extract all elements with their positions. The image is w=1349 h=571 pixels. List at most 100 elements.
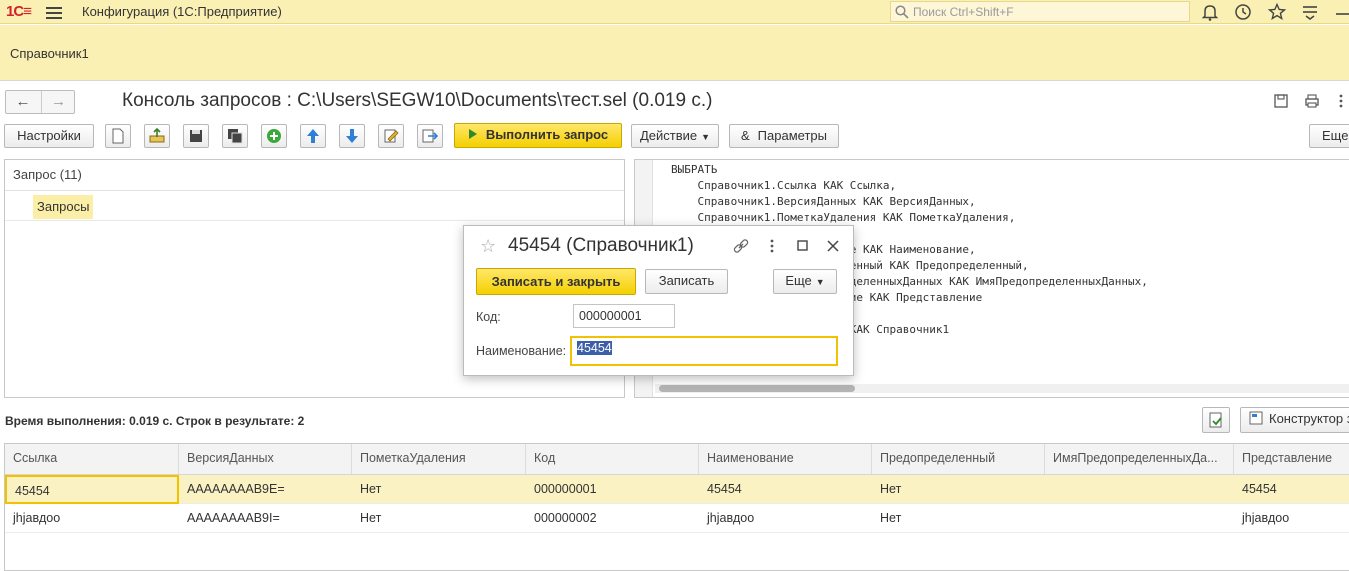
name-field-value: 45454 [577,341,612,355]
column-header[interactable]: Предопределенный [872,444,1045,474]
search-placeholder: Поиск Ctrl+Shift+F [913,5,1014,19]
column-header[interactable]: ИмяПредопределенныхДа... [1045,444,1234,474]
parameters-label: Параметры [757,128,827,143]
query-tree-header[interactable]: Запрос (11) [5,160,624,191]
table-cell[interactable]: jhjавдоо [5,504,179,533]
more-vertical-icon[interactable] [1333,93,1349,109]
save-as-button[interactable] [222,124,248,148]
table-cell[interactable]: 000000001 [526,475,699,504]
star-icon[interactable] [1267,2,1287,22]
parameters-button[interactable]: & Параметры [729,124,839,148]
forward-button[interactable]: → [41,91,75,113]
execution-status: Время выполнения: 0.019 с. Строк в резул… [5,414,305,428]
column-header[interactable]: ВерсияДанных [179,444,352,474]
open-file-button[interactable] [144,124,170,148]
more-vertical-icon[interactable] [763,237,781,255]
table-cell[interactable]: 000000002 [526,504,699,533]
section-panel: Справочник1 [0,25,1349,81]
table-cell[interactable] [1045,504,1234,533]
tree-divider [5,220,624,221]
table-cell[interactable]: Нет [872,475,1045,504]
table-cell[interactable]: AAAAAAAAB9I= [179,504,352,533]
maximize-icon[interactable] [794,237,812,255]
code-line[interactable]: Справочник1.ПометкаУдаления КАК ПометкаУ… [671,210,1148,226]
section-tab-spravochnik1[interactable]: Справочник1 [10,46,89,61]
top-bar: 1С≡ Конфигурация (1С:Предприятие) Поиск … [0,0,1349,24]
horizontal-scrollbar[interactable] [655,384,1349,393]
table-cell[interactable]: Нет [352,504,526,533]
panels-menu-icon[interactable] [1300,2,1320,22]
back-button[interactable]: ← [6,91,40,113]
code-line[interactable]: Справочник1.ВерсияДанных КАК ВерсияДанны… [671,194,1148,210]
action-dropdown[interactable]: Действие ▼ [631,124,719,148]
search-icon [895,5,909,19]
code-label: Код: [476,310,501,324]
results-table: Ссылка ВерсияДанных ПометкаУдаления Код Наим… [4,443,1349,571]
save-and-close-button[interactable]: Записать и закрыть [476,268,636,295]
edit-query-button[interactable] [378,124,404,148]
table-cell[interactable]: 45454 [1234,475,1349,504]
form-title: Консоль запросов : C:\Users\SEGW10\Docum… [122,90,713,111]
logo: 1С≡ [6,3,32,20]
table-row[interactable]: jhjавдоо AAAAAAAAB9I= Нет 000000002 jhjавдоо… [5,504,1349,533]
app-title: Конфигурация (1С:Предприятие) [82,4,282,19]
table-cell[interactable]: Нет [872,504,1045,533]
action-label: Действие [639,128,698,143]
dialog-more-button[interactable]: Еще ▼ [773,269,837,294]
table-row[interactable]: 45454 AAAAAAAAB9E= Нет 000000001 45454 Нет 454… [5,475,1349,504]
code-line[interactable]: ВЫБРАТЬ [671,162,1148,178]
constructor-icon [1249,411,1263,425]
minimize-icon[interactable] [1333,2,1349,22]
column-header[interactable]: Ссылка [5,444,179,474]
open-file-icon [149,127,165,143]
table-cell[interactable] [1045,475,1234,504]
move-up-button[interactable] [300,124,326,148]
print-icon[interactable] [1304,93,1320,109]
column-header[interactable]: Наименование [699,444,872,474]
link-icon[interactable] [732,237,750,255]
export-button[interactable] [417,124,443,148]
table-cell[interactable]: 45454 [5,475,179,504]
save-as-icon [228,129,243,144]
table-cell[interactable]: Нет [352,475,526,504]
bell-icon[interactable] [1200,2,1220,22]
save-button[interactable]: Записать [645,269,728,294]
close-icon[interactable] [824,237,842,255]
search-input[interactable]: Поиск Ctrl+Shift+F [890,1,1190,22]
execute-query-label: Выполнить запрос [485,127,609,142]
export-icon [422,129,439,143]
favorite-star-icon[interactable]: ☆ [480,236,496,257]
save-button[interactable] [183,124,209,148]
execute-query-button[interactable]: Выполнить запрос [454,123,622,148]
menu-icon[interactable] [46,4,62,19]
history-icon[interactable] [1233,2,1253,22]
add-button[interactable] [261,124,287,148]
table-cell[interactable]: 45454 [699,475,872,504]
settings-button[interactable]: Настройки [4,124,94,148]
edit-document-icon [384,129,399,143]
column-header[interactable]: ПометкаУдаления [352,444,526,474]
code-field[interactable]: 000000001 [573,304,675,328]
code-line[interactable]: Справочник1.Ссылка КАК Ссылка, [671,178,1148,194]
table-cell[interactable]: jhjавдоо [1234,504,1349,533]
tree-item-queries[interactable]: Запросы [33,195,94,219]
arrow-up-icon [307,129,319,143]
table-cell[interactable]: AAAAAAAAB9E= [179,475,352,504]
scrollbar-thumb[interactable] [659,385,855,392]
save-icon[interactable] [1273,93,1289,109]
document-check-icon [1209,412,1222,428]
name-field[interactable]: 45454 [570,336,838,366]
column-header[interactable]: Код [526,444,699,474]
chevron-down-icon: ▼ [815,277,825,287]
constructor-label: Конструктор з [1269,411,1349,426]
arrow-down-icon [346,129,358,143]
column-header[interactable]: Представление [1234,444,1349,474]
new-file-button[interactable] [105,124,131,148]
table-cell[interactable]: jhjавдоо [699,504,872,533]
more-button[interactable]: Еще [1309,124,1349,148]
constructor-button[interactable]: Конструктор з [1240,407,1349,433]
save-icon [190,130,202,142]
move-down-button[interactable] [339,124,365,148]
name-label: Наименование: [476,344,567,358]
results-option-button[interactable] [1202,407,1230,433]
